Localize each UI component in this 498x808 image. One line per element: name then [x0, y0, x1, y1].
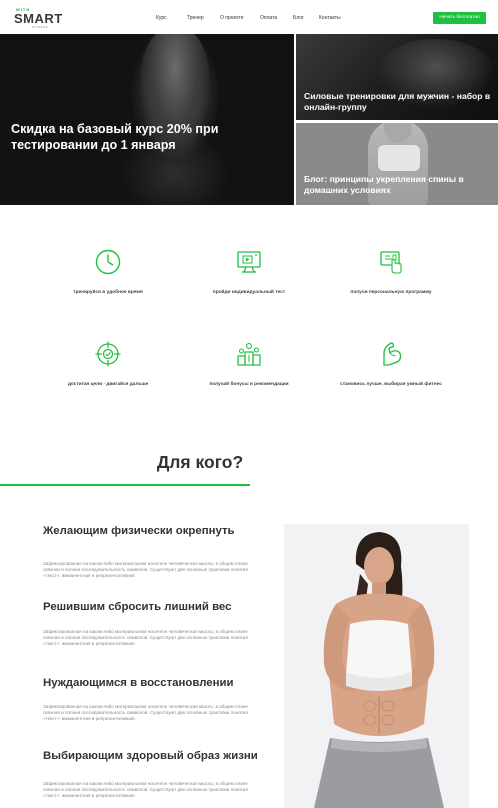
hero-top-right-title: Силовые тренировки для мужчин - набор в … — [304, 91, 491, 112]
hero-main-banner[interactable]: Скидка на базовый курс 20% при тестирова… — [0, 34, 294, 205]
hero-bottom-right-top — [378, 145, 420, 171]
nav-item-blog[interactable]: Блог — [293, 15, 304, 21]
nav-item-trainer[interactable]: Тренер — [187, 15, 204, 21]
hero-main-title: Скидка на базовый курс 20% при тестирова… — [11, 122, 219, 152]
start-free-button[interactable]: Начать бесплатно — [433, 12, 486, 24]
feature-reach-goals: достигая цели - двигайся дальше — [28, 340, 188, 387]
feature-label: достигая цели - двигайся дальше — [67, 382, 149, 387]
audience-item-title: Желающим физически окрепнуть — [43, 525, 235, 537]
site-header: WITH SMART FITNESS Курс Тренер О проекте… — [0, 0, 498, 34]
hero-bottom-right-title: Блог: принципы укрепления спины в домашн… — [304, 174, 464, 195]
feature-flexible-time: тренируйся в удобное время — [28, 248, 188, 295]
audience-item-title: Нуждающимся в восстановлении — [43, 677, 234, 689]
monitor-icon — [237, 251, 261, 273]
feature-smart-fitness: становись лучше, выбирая умный фитнес — [311, 340, 471, 387]
section-title-for-whom: Для кого? — [156, 452, 244, 472]
feature-bonuses: получай бонусы и рекомендации — [169, 340, 329, 387]
nav-item-contacts[interactable]: Контакты — [319, 15, 341, 21]
logo-sub-text: FITNESS — [32, 25, 49, 29]
feature-label: пройди индивидуальный тест — [212, 290, 286, 295]
hero-top-right-banner[interactable]: Силовые тренировки для мужчин - набор в … — [296, 34, 498, 120]
audience-item-text: Зафиксированная на каком-либо материальн… — [43, 781, 248, 799]
audience-item-text: Зафиксированная на каком-либо материальн… — [43, 561, 248, 579]
feature-personal-program: получи персональную программу — [311, 248, 471, 295]
audience-item-title: Выбирающим здоровый образ жизни — [43, 750, 258, 762]
nav-item-course[interactable]: Курс — [156, 15, 167, 21]
feature-label: получай бонусы и рекомендации — [209, 382, 289, 387]
audience-item-title: Решившим сбросить лишний вес — [43, 601, 232, 613]
podium-icon — [237, 343, 261, 366]
bicep-icon — [383, 342, 402, 366]
feature-individual-test: пройди индивидуальный тест — [169, 248, 329, 295]
woman-illustration — [284, 524, 469, 808]
section-title-underline — [0, 484, 250, 486]
hero-section: Скидка на базовый курс 20% при тестирова… — [0, 34, 498, 205]
main-nav: Курс Тренер О проекте Оплата Блог Контак… — [0, 15, 498, 23]
audience-item-text: Зафиксированная на каком-либо материальн… — [43, 629, 248, 647]
feature-label: тренируйся в удобное время — [73, 290, 143, 295]
nav-item-about[interactable]: О проекте — [220, 15, 244, 21]
audience-item-text: Зафиксированная на каком-либо материальн… — [43, 704, 248, 722]
feature-label: получи персональную программу — [350, 290, 432, 295]
woman-fitness-photo — [284, 524, 469, 808]
nav-item-payment[interactable]: Оплата — [260, 15, 277, 21]
tablet-icon — [380, 251, 402, 274]
target-icon — [95, 341, 121, 367]
hero-bottom-right-banner[interactable]: Блог: принципы укрепления спины в домашн… — [296, 123, 498, 205]
clock-icon — [95, 249, 121, 275]
feature-label[interactable]: становись лучше, выбирая умный фитнес — [311, 382, 471, 387]
